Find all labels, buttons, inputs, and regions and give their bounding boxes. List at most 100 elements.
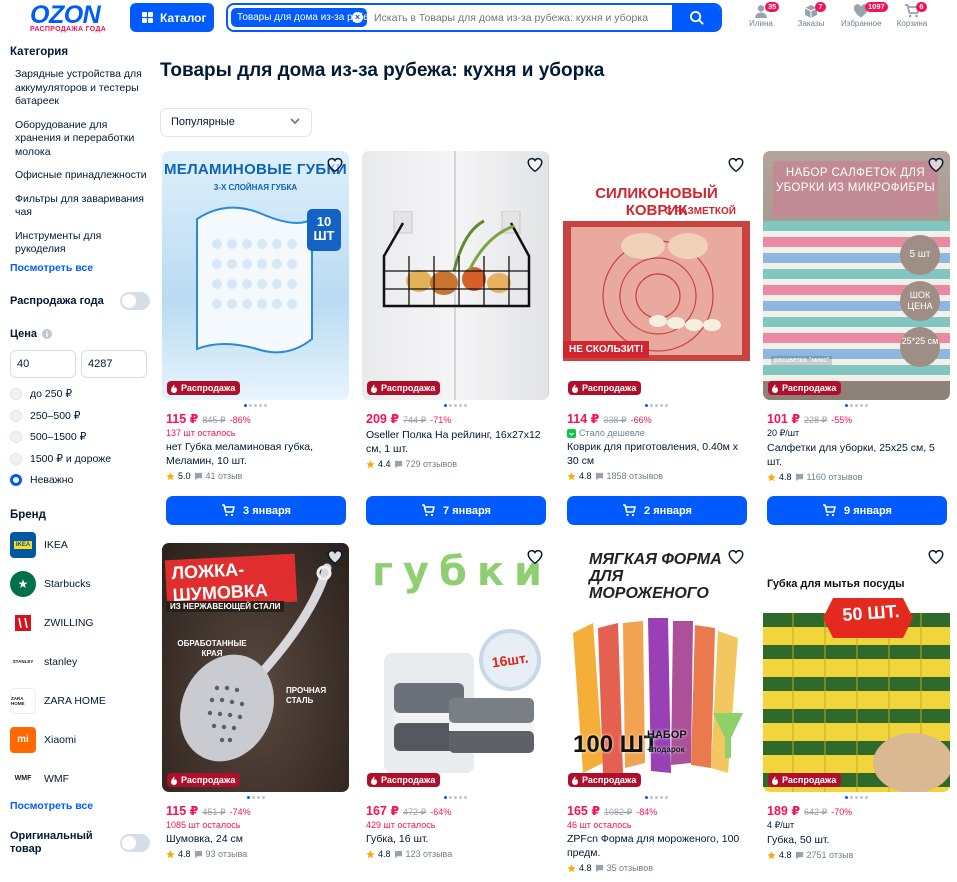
delivery-button[interactable]: 7 января [366,496,546,525]
rating-row: 4.8 93 отзыва [162,849,349,859]
product-image[interactable]: МЯГКАЯ ФОРМА ДЛЯ МОРОЖЕНОГО 100 ШТ НАБОР… [563,543,750,792]
product-card[interactable]: Губка для мытья посуды 50 ШТ. Распродажа… [763,543,950,860]
header-orders[interactable]: 7 Заказы [791,2,831,28]
reviews-count[interactable]: 93 отзыва [206,849,248,859]
product-image[interactable]: НАБОР САЛФЕТОК ДЛЯ УБОРКИ ИЗ МИКРОФИБРЫ … [763,151,950,400]
product-name[interactable]: Коврик для приготовления, 0.40м x 30 см [563,440,750,468]
product-card[interactable]: губки 16шт. Распродажа 167 ₽472 ₽ -64% 42… [362,543,549,859]
brand-item[interactable]: WMF WMF [10,759,150,798]
brand-item[interactable]: ZARA HOME ZARA HOME [10,681,150,720]
star-icon [166,849,175,858]
category-item[interactable]: Офисные принадлежности [10,169,150,183]
search-input[interactable] [374,5,674,30]
price-option[interactable]: 1500 ₽ и дороже [10,448,150,470]
delivery-button[interactable]: 9 января [767,496,947,525]
heart-icon[interactable] [727,548,745,566]
image-pager [162,796,349,799]
product-name[interactable]: ZPFcn Форма для мороженого, 100 предм. [563,832,750,860]
search-category-chip[interactable]: Товары для дома из-за рубежа: кухня и уб… [231,8,367,27]
brand-item[interactable]: IKEA IKEA [10,525,150,564]
close-icon[interactable]: × [352,12,363,23]
image-pager [362,796,549,799]
reviews-count[interactable]: 123 отзыва [406,849,453,859]
sale-badge: Распродажа [568,773,642,787]
heart-icon[interactable] [927,548,945,566]
radio-button-selected[interactable] [10,474,22,487]
price-row: 189 ₽642 ₽ -70% [763,803,950,818]
reviews-count[interactable]: 1160 отзывов [807,472,863,482]
reviews-count[interactable]: 41 отзыв [206,471,243,481]
reviews-count[interactable]: 729 отзывов [406,459,458,469]
image-pager [563,796,750,799]
sort-dropdown[interactable]: Популярные [160,108,312,137]
radio-button[interactable] [10,452,22,465]
delivery-button[interactable]: 3 января [166,496,346,525]
product-card[interactable]: СИЛИКОНОВЫЙ КОВРИК С РАЗМЕТКОЙ НЕ СКОЛЬЗ… [563,151,750,525]
brand-title: Бренд [10,509,46,521]
heart-icon[interactable] [526,156,544,174]
heart-icon[interactable] [326,548,344,566]
heart-icon[interactable] [927,156,945,174]
search-button[interactable] [672,5,720,30]
product-card[interactable]: НАБОР САЛФЕТОК ДЛЯ УБОРКИ ИЗ МИКРОФИБРЫ … [763,151,950,525]
ozon-logo[interactable]: OZON РАСПРОДАЖА ГОДА [30,2,118,36]
product-image[interactable]: губки 16шт. Распродажа [362,543,549,792]
brand-label: Starbucks [44,577,91,590]
header-favorites[interactable]: 1097 Избранное [841,2,888,28]
product-image[interactable]: Распродажа [362,151,549,400]
header-profile[interactable]: 35 Илина [741,2,781,28]
brand-item[interactable]: ★ Starbucks [10,564,150,603]
product-image[interactable]: ЛОЖКА-ШУМОВКА ИЗ НЕРЖАВЕЮЩЕЙ СТАЛИ ОБРАБ… [162,543,349,792]
category-item[interactable]: Фильтры для заваривания чая [10,193,150,220]
brands-see-all-link[interactable]: Посмотреть все [10,800,150,812]
product-name[interactable]: нет Губка меламиновая губка, Меламин, 10… [162,440,349,468]
category-item[interactable]: Инструменты для рукоделия [10,230,150,257]
sale-toggle[interactable] [120,291,150,310]
set-label: НАБОР [647,729,687,741]
product-image[interactable]: СИЛИКОНОВЫЙ КОВРИК С РАЗМЕТКОЙ НЕ СКОЛЬЗ… [563,151,750,400]
image-subcaption: 3-Х СЛОЙНАЯ ГУБКА [213,183,298,192]
product-card[interactable]: МЕЛАМИНОВЫЕ ГУБКИ 3-Х СЛОЙНАЯ ГУБКА 10 Ш… [162,151,349,525]
brand-item[interactable]: mi Xiaomi [10,720,150,759]
reviews-count[interactable]: 2751 отзыв [807,850,854,860]
page-title: Товары для дома из-за рубежа: кухня и уб… [160,60,605,81]
price-option-selected[interactable]: Неважно [10,470,150,492]
product-card[interactable]: ЛОЖКА-ШУМОВКА ИЗ НЕРЖАВЕЮЩЕЙ СТАЛИ ОБРАБ… [162,543,349,859]
header-cart[interactable]: 6 Корзина [892,2,932,28]
category-item[interactable]: Оборудование для хранения и переработки … [10,119,150,160]
heart-icon[interactable] [526,548,544,566]
product-card[interactable]: МЯГКАЯ ФОРМА ДЛЯ МОРОЖЕНОГО 100 ШТ НАБОР… [563,543,750,873]
product-name[interactable]: Oseller Полка На рейлинг, 16x27x12 см, 1… [362,428,549,456]
heart-icon[interactable] [326,156,344,174]
price-to-input[interactable] [81,349,147,378]
info-icon[interactable] [42,328,53,339]
radio-button[interactable] [10,409,22,422]
price-option[interactable]: 500–1500 ₽ [10,427,150,449]
delivery-button[interactable]: 2 января [567,496,747,525]
product-image[interactable]: МЕЛАМИНОВЫЕ ГУБКИ 3-Х СЛОЙНАЯ ГУБКА 10 Ш… [162,151,349,400]
reviews-count[interactable]: 1858 отзывов [607,471,664,481]
categories-see-all-link[interactable]: Посмотреть все [10,262,150,274]
product-name[interactable]: Губка, 16 шт. [362,832,549,846]
brand-item[interactable]: ZWILLING [10,603,150,642]
reviews-count[interactable]: 35 отзывов [607,863,654,873]
brand-label: WMF [44,772,70,785]
price-from-input[interactable] [10,349,76,378]
category-item[interactable]: Зарядные устройства для аккумуляторов и … [10,68,150,109]
product-image[interactable]: Губка для мытья посуды 50 ШТ. Распродажа [763,543,950,792]
old-price: 1082 ₽ [604,807,633,817]
radio-button[interactable] [10,431,22,444]
price-option[interactable]: 250–500 ₽ [10,405,150,427]
catalog-button[interactable]: Каталог [130,3,214,32]
product-name[interactable]: Салфетки для уборки, 25x25 см, 5 шт. [763,441,950,469]
radio-button[interactable] [10,388,22,401]
grid-icon [142,12,153,23]
product-card[interactable]: Распродажа 209 ₽744 ₽ -71% Oseller Полка … [362,151,549,525]
price-option[interactable]: до 250 ₽ [10,384,150,406]
product-name[interactable]: Губка, 50 шт. [763,833,950,847]
original-toggle[interactable] [120,834,150,852]
price-option-label: 1500 ₽ и дороже [30,452,112,465]
product-name[interactable]: Шумовка, 24 см [162,832,349,846]
heart-icon[interactable] [727,156,745,174]
brand-item[interactable]: STANLEY stanley [10,642,150,681]
